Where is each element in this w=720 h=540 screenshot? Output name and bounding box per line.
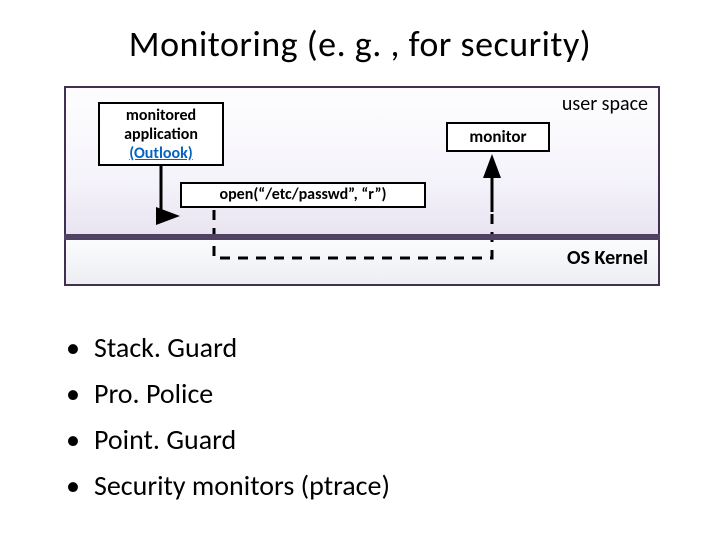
list-item-label: Security monitors (ptrace) [94, 463, 390, 509]
bullet-list: • Stack. Guard • Pro. Police • Point. Gu… [52, 325, 390, 509]
bullet-icon: • [52, 325, 94, 371]
app-line2: application [124, 125, 198, 144]
page-title: Monitoring (e. g. , for security) [0, 22, 720, 66]
bullet-icon: • [52, 417, 94, 463]
diagram-panel: user space OS Kernel monitored applicati… [64, 86, 660, 286]
bullet-icon: • [52, 371, 94, 417]
list-item: • Pro. Police [52, 371, 390, 417]
app-outlook: (Outlook) [129, 144, 192, 163]
list-item: • Point. Guard [52, 417, 390, 463]
kernel-label: OS Kernel [567, 246, 648, 270]
list-item-label: Point. Guard [94, 417, 236, 463]
list-item: • Security monitors (ptrace) [52, 463, 390, 509]
list-item: • Stack. Guard [52, 325, 390, 371]
user-space-label: user space [562, 92, 648, 116]
monitored-application-box: monitored application (Outlook) [98, 102, 224, 166]
syscall-box: open(“/etc/passwd”, “r”) [180, 182, 426, 208]
userspace-kernel-boundary [64, 234, 660, 240]
monitor-box: monitor [446, 122, 550, 152]
list-item-label: Pro. Police [94, 371, 213, 417]
app-line1: monitored [126, 106, 196, 125]
bullet-icon: • [52, 463, 94, 509]
list-item-label: Stack. Guard [94, 325, 237, 371]
